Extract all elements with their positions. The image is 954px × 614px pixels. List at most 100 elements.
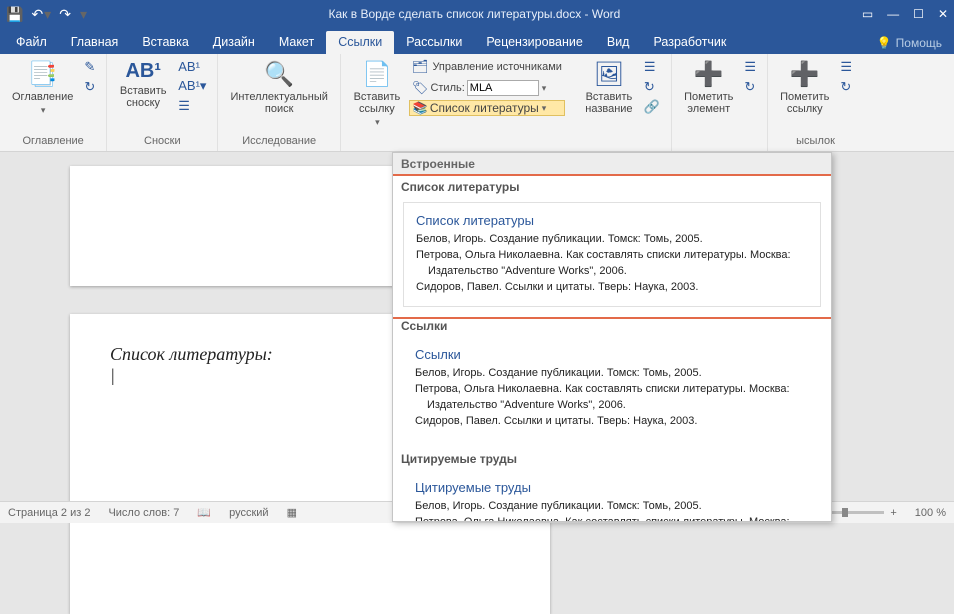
tab-developer[interactable]: Разработчик <box>641 31 738 54</box>
bib-entry: Сидоров, Павел. Ссылки и цитаты. Тверь: … <box>415 414 809 428</box>
toa-icon: ☰ <box>840 59 852 75</box>
tab-design[interactable]: Дизайн <box>201 31 267 54</box>
show-notes-button[interactable]: ☰ <box>175 97 209 115</box>
next-footnote-icon: AB¹▾ <box>178 78 206 94</box>
qat-customize-icon[interactable]: ▾ <box>80 6 87 23</box>
tab-file[interactable]: Файл <box>4 31 59 54</box>
insert-tof-button[interactable]: ☰ <box>641 58 663 76</box>
window-title: Как в Ворде сделать список литературы.do… <box>87 7 862 21</box>
refresh-icon: ↻ <box>744 79 755 95</box>
insert-footnote-button[interactable]: AB¹ Вставить сноску <box>115 58 171 111</box>
tof-icon: ☰ <box>644 59 656 75</box>
maximize-icon[interactable]: ☐ <box>913 7 924 21</box>
footnote-icon: AB¹ <box>125 60 161 83</box>
close-icon[interactable]: ✕ <box>938 7 948 21</box>
group-label-captions <box>581 133 663 149</box>
style-icon: 🏷 <box>412 80 429 96</box>
insert-toa-button[interactable]: ☰ <box>837 58 855 76</box>
toc-button[interactable]: 📑 Оглавление ▾ <box>8 58 77 118</box>
refresh-icon: ↻ <box>644 79 655 95</box>
minimize-icon[interactable]: — <box>887 7 899 21</box>
next-footnote-button[interactable]: AB¹▾ <box>175 77 209 95</box>
mark-citation-button[interactable]: ➕ Пометить ссылку <box>776 58 833 117</box>
save-icon[interactable]: 💾 <box>6 6 23 23</box>
crossref-icon: 🔗 <box>644 99 660 115</box>
show-notes-icon: ☰ <box>178 98 190 114</box>
status-page[interactable]: Страница 2 из 2 <box>8 507 90 519</box>
tab-references[interactable]: Ссылки <box>326 31 394 54</box>
tab-mailings[interactable]: Рассылки <box>394 31 474 54</box>
refresh-icon: ↻ <box>84 79 95 95</box>
zoom-level[interactable]: 100 % <box>915 507 946 519</box>
bibliography-gallery-button[interactable]: 📚 Список литературы ▾ <box>409 100 565 116</box>
bib-entry: Петрова, Ольга Николаевна. Как составлят… <box>416 248 808 262</box>
tab-view[interactable]: Вид <box>595 31 642 54</box>
chevron-down-icon: ▾ <box>41 105 46 116</box>
cross-ref-button[interactable]: 🔗 <box>641 98 663 116</box>
bibliography-style-select[interactable]: 🏷 Стиль: ▾ <box>409 79 565 97</box>
tab-layout[interactable]: Макет <box>267 31 326 54</box>
ribbon-display-icon[interactable]: ▭ <box>862 7 873 21</box>
manage-sources-button[interactable]: 🗂 Управление источниками <box>409 58 565 76</box>
tab-home[interactable]: Главная <box>59 31 131 54</box>
mark-entry-icon: ➕ <box>694 60 724 89</box>
undo-icon[interactable]: ↶▾ <box>31 6 51 23</box>
toc-icon: 📑 <box>28 60 58 89</box>
endnote-icon: AB¹ <box>178 59 200 74</box>
chevron-down-icon: ▾ <box>375 117 380 128</box>
tab-review[interactable]: Рецензирование <box>474 31 595 54</box>
insert-index-button[interactable]: ☰ <box>741 58 759 76</box>
bib-entry: Белов, Игорь. Создание публикации. Томск… <box>415 499 809 513</box>
chevron-down-icon: ▾ <box>542 83 547 94</box>
redo-icon[interactable]: ↷ <box>59 6 71 23</box>
gallery-item-bibliography[interactable]: Список литературы Белов, Игорь. Создание… <box>403 202 821 307</box>
index-icon: ☰ <box>744 59 756 75</box>
insert-caption-button[interactable]: 🖼 Вставить название <box>581 58 637 117</box>
search-icon: 🔍 <box>264 60 294 89</box>
gallery-item-works-cited[interactable]: Цитируемые труды Белов, Игорь. Создание … <box>403 476 821 522</box>
smart-lookup-button[interactable]: 🔍 Интеллектуальный поиск <box>226 58 331 117</box>
status-macro-icon[interactable]: ▦ <box>287 506 297 519</box>
group-label-toa: ысылок <box>776 133 855 149</box>
ribbon-tabs: Файл Главная Вставка Дизайн Макет Ссылки… <box>0 28 954 54</box>
update-index-button[interactable]: ↻ <box>741 78 759 96</box>
document-area: Список литературы: | Встроенные Список л… <box>0 152 954 501</box>
mark-citation-icon: ➕ <box>790 60 820 89</box>
group-label-citations <box>349 133 565 149</box>
gallery-item-references[interactable]: Ссылки Белов, Игорь. Создание публикации… <box>403 343 821 440</box>
status-language[interactable]: русский <box>229 507 268 519</box>
update-toa-button[interactable]: ↻ <box>837 78 855 96</box>
gallery-section-bibliography: Список литературы <box>393 176 831 196</box>
status-spellcheck-icon[interactable]: 📖 <box>197 506 211 519</box>
lightbulb-icon: 💡 <box>877 36 892 50</box>
bib-entry: Петрова, Ольга Николаевна. Как составлят… <box>415 382 809 396</box>
ribbon: 📑 Оглавление ▾ ✎ ↻ Оглавление AB¹ Встави… <box>0 54 954 152</box>
group-label-index <box>680 133 759 149</box>
gallery-item-title: Список литературы <box>416 213 808 228</box>
manage-sources-icon: 🗂 <box>412 59 429 75</box>
chevron-down-icon: ▾ <box>542 103 547 114</box>
bib-entry: Сидоров, Павел. Ссылки и цитаты. Тверь: … <box>416 280 808 294</box>
group-label-research: Исследование <box>226 133 331 149</box>
bibliography-gallery: Встроенные Список литературы Список лите… <box>392 152 832 522</box>
gallery-item-title: Цитируемые труды <box>415 480 809 495</box>
tell-me[interactable]: 💡 Помощь <box>869 36 950 54</box>
titlebar: 💾 ↶▾ ↷ ▾ Как в Ворде сделать список лите… <box>0 0 954 28</box>
group-label-footnotes: Сноски <box>115 133 209 149</box>
style-value-input[interactable] <box>467 80 539 96</box>
gallery-item-title: Ссылки <box>415 347 809 362</box>
status-word-count[interactable]: Число слов: 7 <box>108 507 179 519</box>
insert-endnote-button[interactable]: AB¹ <box>175 58 209 75</box>
update-toc-button[interactable]: ↻ <box>81 78 98 96</box>
mark-entry-button[interactable]: ➕ Пометить элемент <box>680 58 737 117</box>
add-text-button[interactable]: ✎ <box>81 58 98 76</box>
bib-entry: Белов, Игорь. Создание публикации. Томск… <box>416 232 808 246</box>
gallery-header: Встроенные <box>393 153 831 176</box>
insert-citation-button[interactable]: 📄 Вставить ссылку ▾ <box>349 58 405 130</box>
caption-icon: 🖼 <box>594 60 624 89</box>
zoom-in-icon[interactable]: + <box>890 507 896 519</box>
tab-insert[interactable]: Вставка <box>130 31 200 54</box>
update-tof-button[interactable]: ↻ <box>641 78 663 96</box>
bib-entry: Белов, Игорь. Создание публикации. Томск… <box>415 366 809 380</box>
group-label-toc: Оглавление <box>8 133 98 149</box>
